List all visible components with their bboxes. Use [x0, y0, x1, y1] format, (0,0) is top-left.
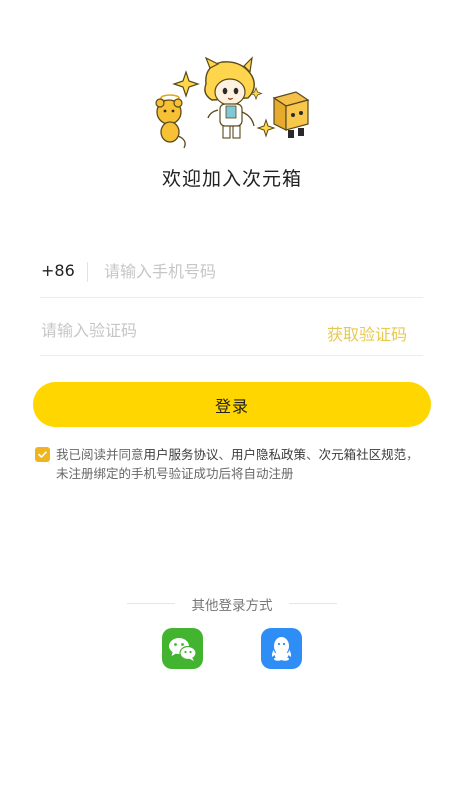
- code-row: 获取验证码: [40, 297, 423, 356]
- privacy-policy-link[interactable]: 用户隐私政策: [231, 447, 306, 462]
- agreement-text: 我已阅读并同意用户服务协议、用户隐私政策、次元箱社区规范，未注册绑定的手机号验证…: [56, 445, 428, 483]
- agreement-prefix: 我已阅读并同意: [56, 447, 144, 462]
- agreement-separator: 、: [306, 447, 319, 462]
- sparkle-icon: [172, 70, 200, 98]
- agreement-checkbox[interactable]: [35, 447, 50, 462]
- check-icon: [38, 451, 47, 458]
- phone-row: +86: [40, 239, 423, 298]
- country-code[interactable]: +86: [41, 261, 75, 280]
- sparkle-icon: [256, 118, 276, 138]
- service-agreement-link[interactable]: 用户服务协议: [144, 447, 219, 462]
- qq-icon: [271, 637, 292, 661]
- mascot-illustration: [155, 56, 310, 149]
- wechat-icon: [169, 638, 197, 661]
- divider-line-right: [289, 603, 337, 604]
- phone-input[interactable]: [104, 257, 404, 285]
- divider: [87, 262, 88, 282]
- community-rules-link[interactable]: 次元箱社区规范: [319, 447, 407, 462]
- wechat-login-button[interactable]: [162, 628, 203, 669]
- qq-login-button[interactable]: [261, 628, 302, 669]
- agreement-separator: 、: [218, 447, 232, 462]
- welcome-title: 欢迎加入次元箱: [161, 168, 302, 190]
- login-button[interactable]: 登录: [33, 382, 431, 427]
- verification-code-input[interactable]: [41, 316, 281, 344]
- get-code-button[interactable]: 获取验证码: [327, 321, 407, 345]
- other-login-title: 其他登录方式: [191, 598, 273, 614]
